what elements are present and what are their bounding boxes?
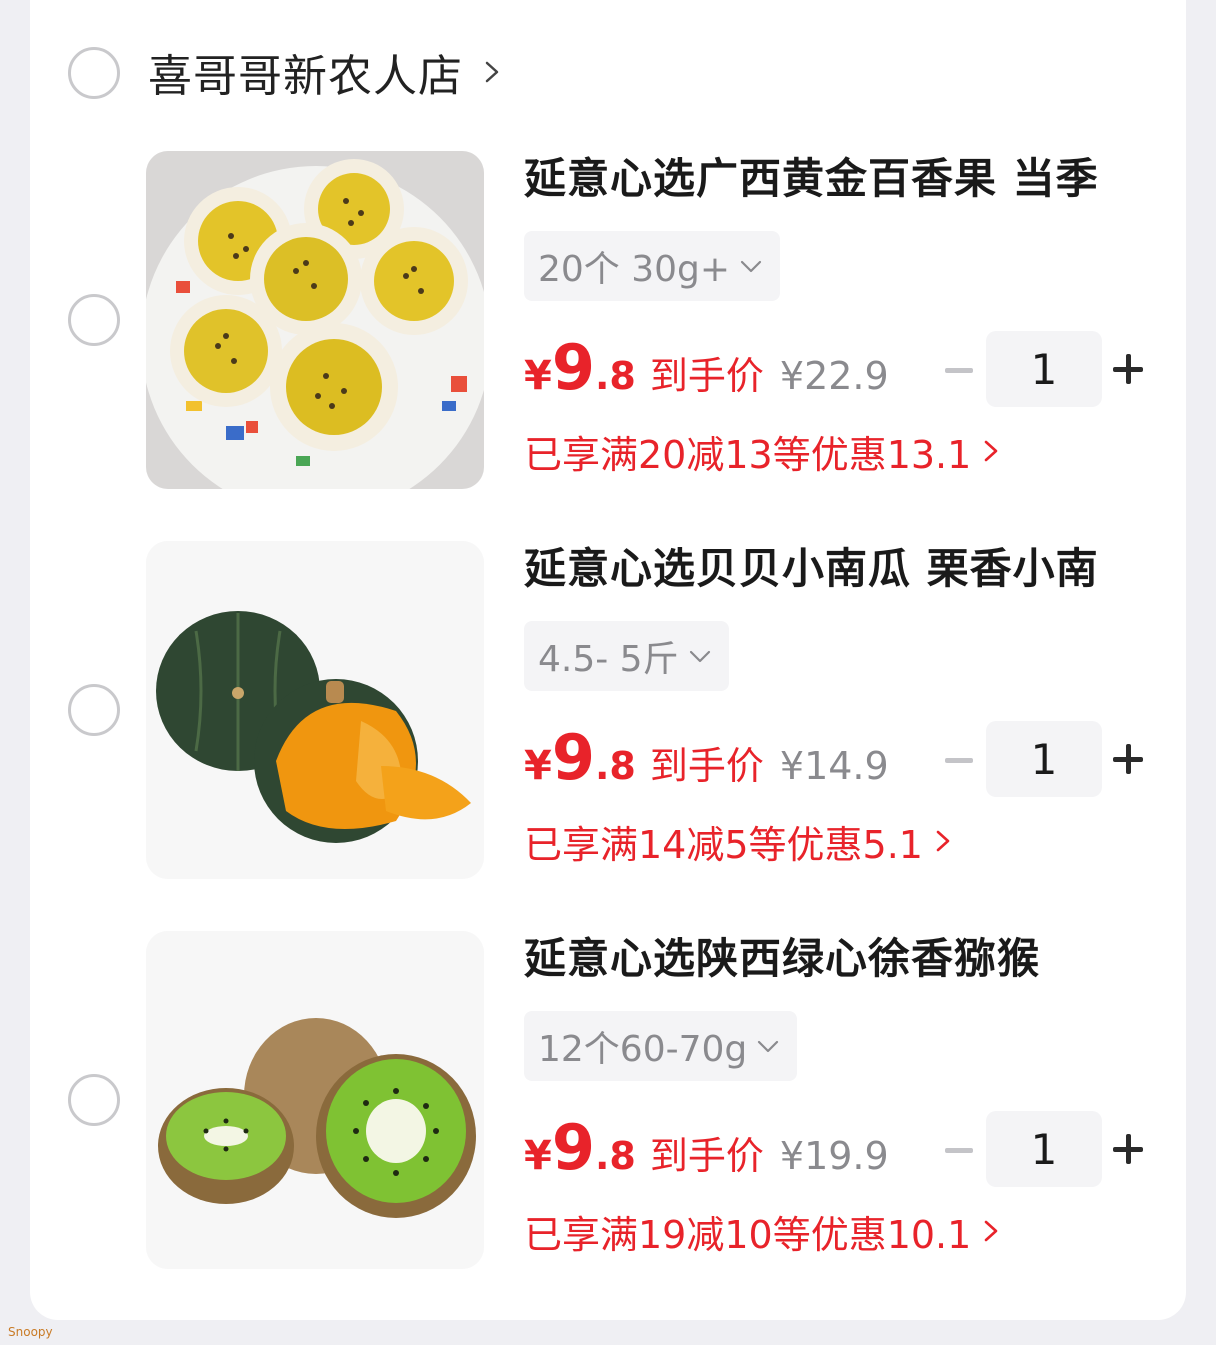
spec-value: 12个60-70g — [538, 1029, 748, 1070]
promo-text: 已享满14减5等优惠5.1 — [524, 822, 923, 867]
chevron-down-icon — [689, 650, 710, 663]
passion-fruit-image — [146, 151, 484, 489]
decrement-button[interactable] — [942, 351, 976, 389]
promo-discount[interactable]: 已享满14减5等优惠5.1 — [524, 813, 955, 869]
spec-value: 4.5- 5斤 — [538, 639, 679, 680]
price-integer: 9 — [551, 1111, 595, 1184]
quantity-input[interactable]: 1 — [986, 331, 1102, 407]
cart-item: 延意心选广西黄金百香果 当季 20个 30g+ ¥ 9 .8 到手价 ¥22.9… — [0, 151, 1216, 491]
increment-button[interactable] — [1110, 351, 1146, 387]
shop-name[interactable]: 喜哥哥新农人店 — [148, 40, 463, 104]
item-select-radio[interactable] — [68, 1074, 120, 1126]
price-label: 到手价 — [649, 744, 764, 788]
product-title[interactable]: 延意心选贝贝小南瓜 栗香小南 — [524, 541, 1164, 597]
price-currency: ¥ — [524, 1133, 552, 1179]
decrement-button[interactable] — [942, 741, 976, 779]
chevron-right-icon — [485, 61, 499, 83]
price-row: ¥ 9 .8 到手价 ¥14.9 — [524, 721, 889, 801]
price-decimal: .8 — [594, 1134, 636, 1178]
spec-selector[interactable]: 12个60-70g — [524, 1011, 798, 1081]
quantity-input[interactable]: 1 — [986, 1111, 1102, 1187]
spec-value: 20个 30g+ — [538, 249, 731, 290]
original-price: ¥22.9 — [779, 354, 889, 398]
promo-text: 已享满20减13等优惠13.1 — [524, 432, 972, 477]
promo-text: 已享满19减10等优惠10.1 — [524, 1212, 972, 1257]
promo-discount[interactable]: 已享满19减10等优惠10.1 — [524, 1203, 1003, 1259]
item-select-radio[interactable] — [68, 294, 120, 346]
spec-selector[interactable]: 4.5- 5斤 — [524, 621, 729, 691]
chevron-right-icon — [985, 1220, 998, 1242]
price-currency: ¥ — [524, 353, 552, 399]
product-image-passion-fruit[interactable] — [146, 151, 484, 489]
chevron-right-icon — [985, 440, 998, 462]
original-price: ¥19.9 — [779, 1134, 889, 1178]
cart-item: 延意心选陕西绿心徐香猕猴 12个60-70g ¥ 9 .8 到手价 ¥19.9 … — [0, 931, 1216, 1271]
increment-button[interactable] — [1110, 1131, 1146, 1167]
price-integer: 9 — [551, 721, 595, 794]
chevron-right-icon — [936, 830, 950, 852]
shop-select-radio[interactable] — [68, 47, 120, 99]
chevron-down-icon — [758, 1040, 779, 1053]
increment-button[interactable] — [1110, 741, 1146, 777]
price-decimal: .8 — [594, 744, 636, 788]
shop-header[interactable]: 喜哥哥新农人店 — [148, 42, 507, 102]
watermark: Snoopy — [8, 1325, 53, 1339]
price-label: 到手价 — [649, 354, 764, 398]
price-row: ¥ 9 .8 到手价 ¥19.9 — [524, 1111, 889, 1191]
pumpkin-image — [146, 541, 484, 879]
product-title[interactable]: 延意心选广西黄金百香果 当季 — [524, 151, 1164, 207]
price-row: ¥ 9 .8 到手价 ¥22.9 — [524, 331, 889, 411]
product-image-pumpkin[interactable] — [146, 541, 484, 879]
quantity-input[interactable]: 1 — [986, 721, 1102, 797]
cart-item: 延意心选贝贝小南瓜 栗香小南 4.5- 5斤 ¥ 9 .8 到手价 ¥14.9 … — [0, 541, 1216, 881]
promo-discount[interactable]: 已享满20减13等优惠13.1 — [524, 423, 1003, 479]
product-image-kiwi[interactable] — [146, 931, 484, 1269]
price-currency: ¥ — [524, 743, 552, 789]
price-integer: 9 — [551, 331, 595, 404]
decrement-button[interactable] — [942, 1131, 976, 1169]
chevron-down-icon — [740, 260, 762, 273]
kiwi-image — [146, 931, 484, 1269]
original-price: ¥14.9 — [779, 744, 889, 788]
product-title[interactable]: 延意心选陕西绿心徐香猕猴 — [524, 931, 1164, 987]
price-decimal: .8 — [594, 354, 636, 398]
item-select-radio[interactable] — [68, 684, 120, 736]
price-label: 到手价 — [649, 1134, 764, 1178]
spec-selector[interactable]: 20个 30g+ — [524, 231, 781, 301]
